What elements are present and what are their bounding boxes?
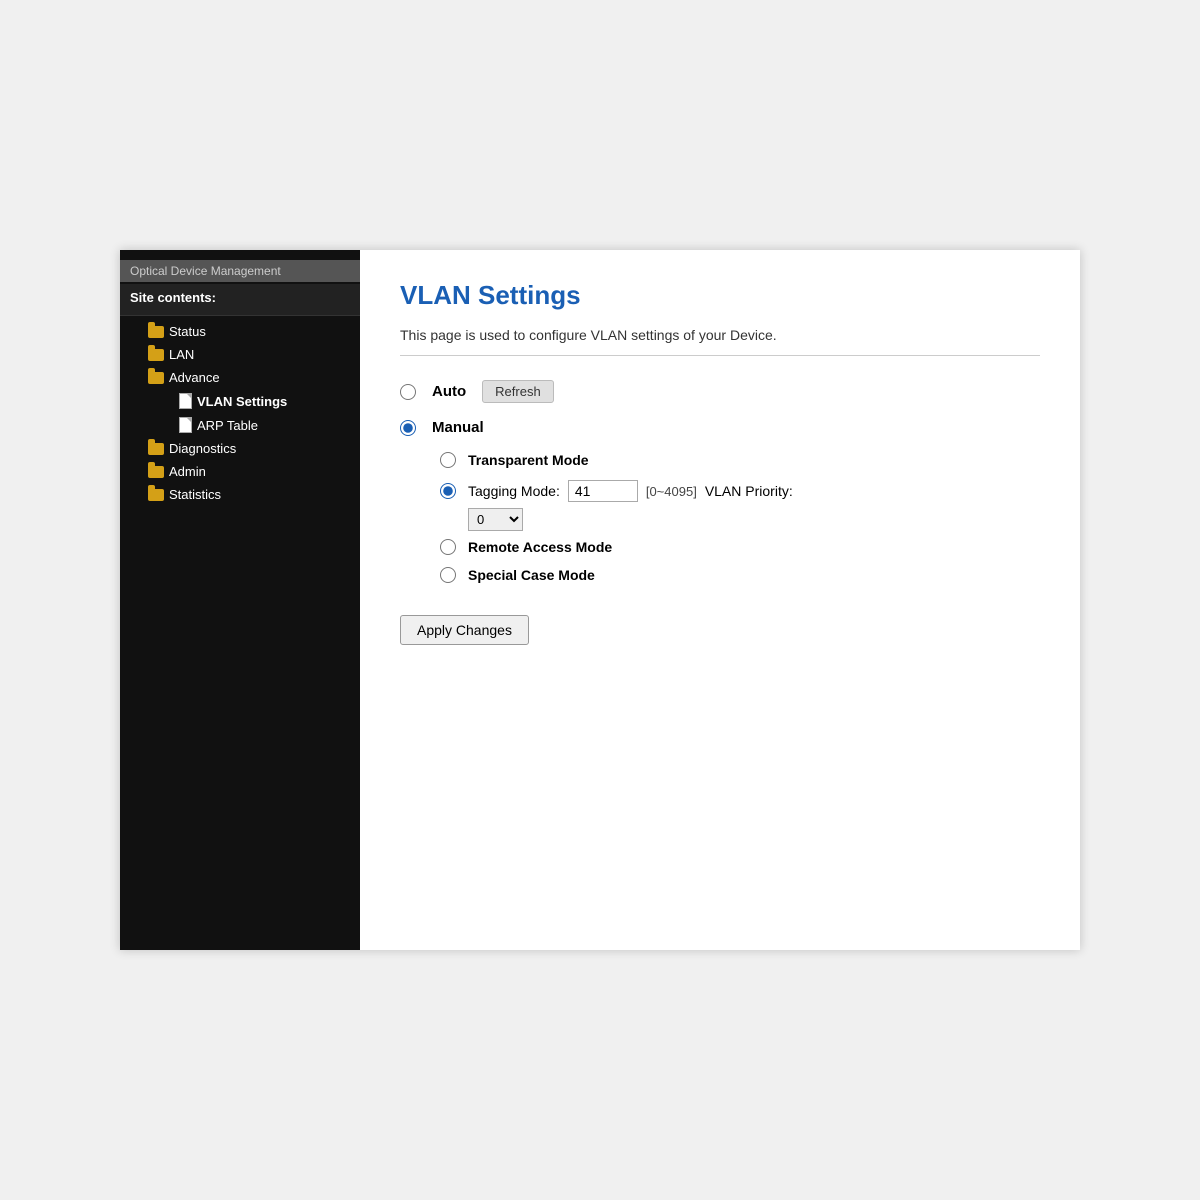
auto-radio[interactable]: [400, 384, 416, 400]
priority-select[interactable]: 0 1 2 3 4 5 6 7: [468, 508, 523, 531]
tagging-input-row: Tagging Mode: [0~4095] VLAN Priority:: [468, 480, 793, 502]
special-case-label[interactable]: Special Case Mode: [468, 567, 595, 583]
tagging-mode-details: Tagging Mode: [0~4095] VLAN Priority: 0 …: [468, 480, 793, 531]
page-title: VLAN Settings: [400, 280, 1040, 311]
special-case-option: Special Case Mode: [440, 567, 1040, 583]
manual-radio[interactable]: [400, 420, 416, 436]
main-content: VLAN Settings This page is used to confi…: [360, 250, 1080, 950]
manual-label[interactable]: Manual: [432, 419, 484, 436]
transparent-mode-label[interactable]: Transparent Mode: [468, 452, 589, 468]
remote-access-option: Remote Access Mode: [440, 539, 1040, 555]
folder-icon: [148, 443, 164, 455]
sidebar-header-top: Optical Device Management: [120, 260, 360, 282]
auto-row: Auto Refresh: [400, 380, 1040, 403]
folder-icon: [148, 489, 164, 501]
sidebar-item-admin[interactable]: Admin: [120, 460, 360, 483]
manual-section: Transparent Mode Tagging Mode: [0~4095] …: [440, 452, 1040, 583]
sidebar-item-statistics[interactable]: Statistics: [120, 483, 360, 506]
vlan-priority-label: VLAN Priority:: [705, 483, 793, 499]
remote-access-label[interactable]: Remote Access Mode: [468, 539, 612, 555]
sidebar-item-label: ARP Table: [197, 418, 258, 433]
sidebar-item-label: Statistics: [169, 487, 221, 502]
refresh-button[interactable]: Refresh: [482, 380, 554, 403]
sidebar-item-diagnostics[interactable]: Diagnostics: [120, 437, 360, 460]
tagging-mode-row: Tagging Mode: [0~4095] VLAN Priority: 0 …: [440, 480, 1040, 531]
sidebar-item-status[interactable]: Status: [120, 320, 360, 343]
manual-row: Manual: [400, 419, 1040, 436]
sidebar: Optical Device Management Site contents:…: [120, 250, 360, 950]
sidebar-header: Site contents:: [120, 284, 360, 316]
folder-icon: [148, 466, 164, 478]
auto-label[interactable]: Auto: [432, 383, 466, 400]
sidebar-item-label: VLAN Settings: [197, 394, 287, 409]
folder-icon: [148, 372, 164, 384]
sidebar-item-label: Admin: [169, 464, 206, 479]
file-icon: [179, 417, 192, 433]
tagging-range: [0~4095]: [646, 484, 697, 499]
file-icon: [179, 393, 192, 409]
sidebar-item-label: LAN: [169, 347, 194, 362]
sidebar-item-label: Advance: [169, 370, 220, 385]
sidebar-item-vlan-settings[interactable]: VLAN Settings: [120, 389, 360, 413]
sidebar-item-advance[interactable]: Advance: [120, 366, 360, 389]
priority-select-row: 0 1 2 3 4 5 6 7: [468, 508, 793, 531]
folder-icon: [148, 326, 164, 338]
apply-changes-button[interactable]: Apply Changes: [400, 615, 529, 645]
transparent-mode-option: Transparent Mode: [440, 452, 1040, 468]
sidebar-item-label: Diagnostics: [169, 441, 236, 456]
page-description: This page is used to configure VLAN sett…: [400, 327, 1040, 343]
remote-access-radio[interactable]: [440, 539, 456, 555]
special-case-radio[interactable]: [440, 567, 456, 583]
tagging-mode-input[interactable]: [568, 480, 638, 502]
sidebar-item-label: Status: [169, 324, 206, 339]
divider: [400, 355, 1040, 356]
sidebar-item-arp-table[interactable]: ARP Table: [120, 413, 360, 437]
transparent-radio[interactable]: [440, 452, 456, 468]
folder-icon: [148, 349, 164, 361]
tagging-radio[interactable]: [440, 483, 456, 499]
sidebar-item-lan[interactable]: LAN: [120, 343, 360, 366]
tagging-mode-label: Tagging Mode:: [468, 483, 560, 499]
